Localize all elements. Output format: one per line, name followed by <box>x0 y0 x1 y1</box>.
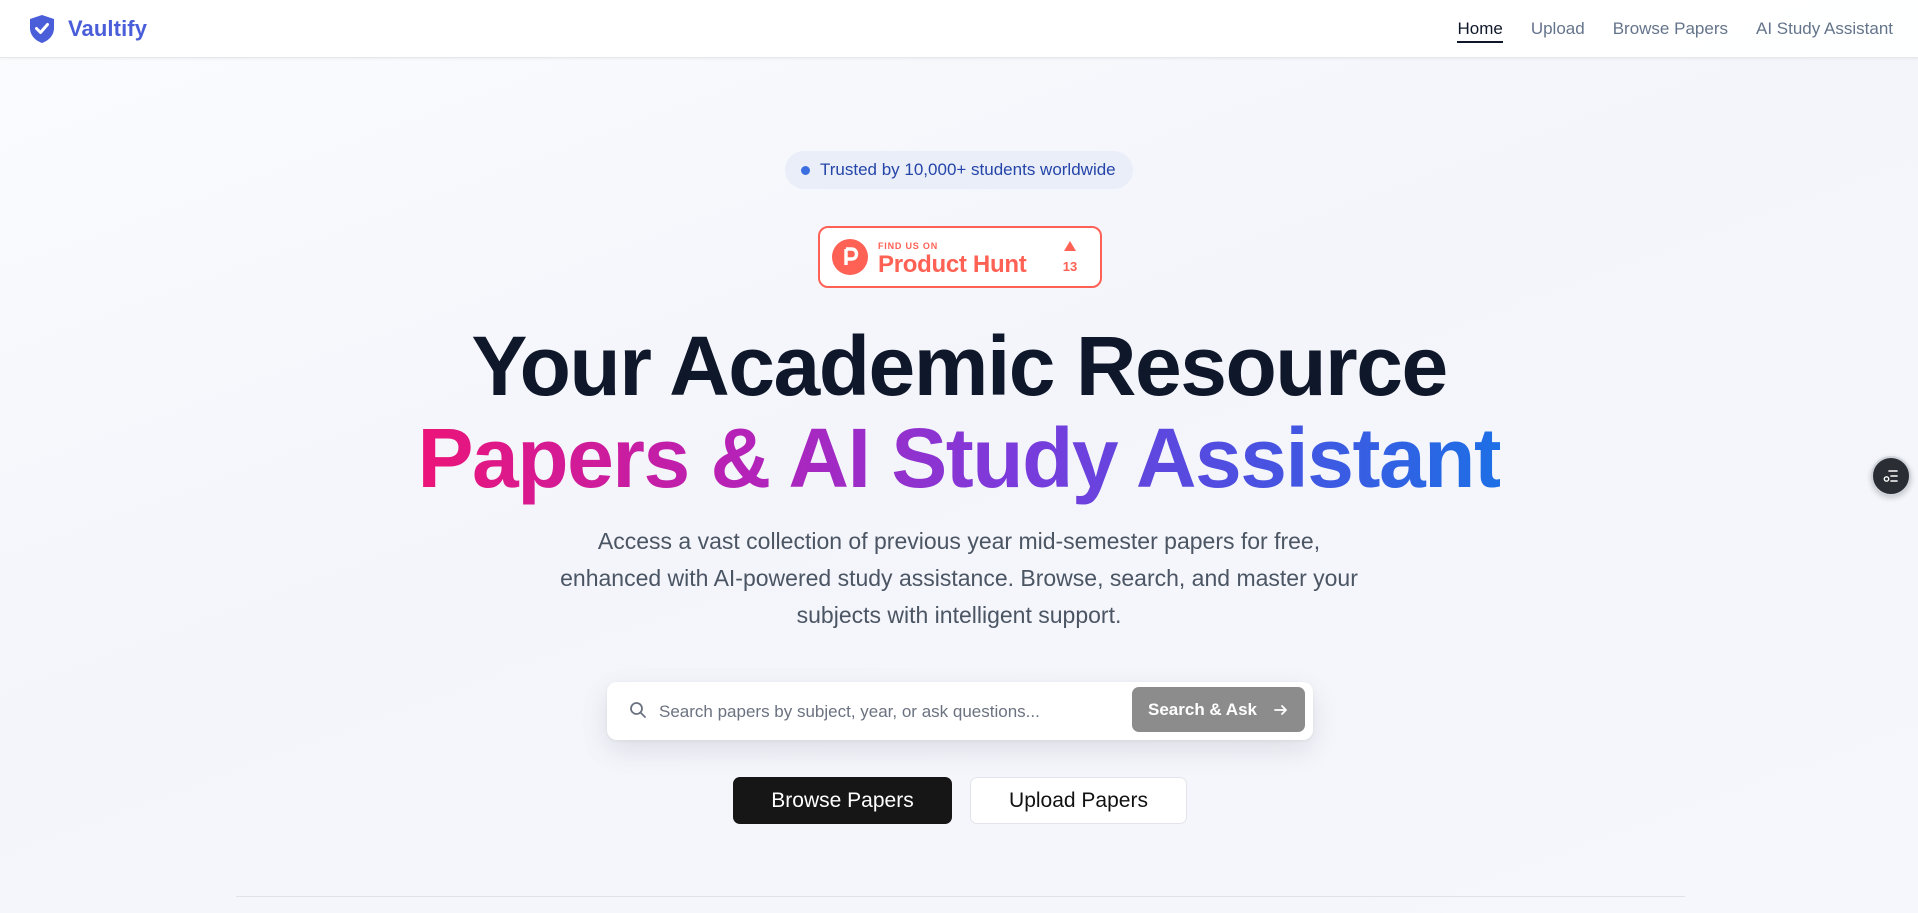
nav-link-upload[interactable]: Upload <box>1531 15 1585 43</box>
product-hunt-upvote-count: 13 <box>1062 259 1078 274</box>
list-filter-icon <box>1883 470 1898 482</box>
search-bar: Search & Ask <box>607 682 1313 740</box>
hero-description: Access a vast collection of previous yea… <box>560 528 1358 628</box>
trust-badge-text: Trusted by 10,000+ students worldwide <box>820 160 1116 179</box>
page: Vaultify Home Upload Browse Papers AI St… <box>0 0 1918 913</box>
arrow-right-icon <box>1274 704 1287 715</box>
product-hunt-find-label: FIND US ON <box>878 241 939 251</box>
nav-link-browse-papers[interactable]: Browse Papers <box>1613 15 1728 43</box>
hero-headline-line1: Your Academic Resource <box>471 319 1448 413</box>
nav-links: Home Upload Browse Papers AI Study Assis… <box>1457 0 1893 58</box>
hero-headline-gradient-text: Papers & AI Study Assistant <box>417 411 1502 505</box>
nav-link-home[interactable]: Home <box>1457 15 1503 43</box>
top-navbar: Vaultify Home Upload Browse Papers AI St… <box>0 0 1918 58</box>
product-hunt-logo-icon <box>832 239 868 275</box>
search-and-ask-button[interactable]: Search & Ask <box>1132 687 1305 732</box>
search-input[interactable] <box>657 694 1131 730</box>
brand-logo-link[interactable]: Vaultify <box>28 14 147 44</box>
product-hunt-badge[interactable]: FIND US ON Product Hunt 13 <box>818 226 1102 288</box>
upload-papers-button[interactable]: Upload Papers <box>970 777 1187 824</box>
section-divider <box>236 896 1685 897</box>
brand-name: Vaultify <box>68 16 148 41</box>
product-hunt-name: Product Hunt <box>878 251 1027 278</box>
status-dot-icon <box>801 165 810 175</box>
search-button-label: Search & Ask <box>1148 699 1257 719</box>
nav-link-ai-study-assistant[interactable]: AI Study Assistant <box>1756 15 1893 43</box>
shield-check-icon <box>30 15 54 43</box>
search-icon <box>630 702 646 718</box>
trust-badge: Trusted by 10,000+ students worldwide <box>785 151 1133 189</box>
browse-papers-button[interactable]: Browse Papers <box>733 777 952 824</box>
floating-menu-button[interactable] <box>1871 456 1911 496</box>
hero-headline-line2: Papers & AI Study Assistant <box>0 410 1918 506</box>
upvote-triangle-icon <box>1064 241 1076 251</box>
